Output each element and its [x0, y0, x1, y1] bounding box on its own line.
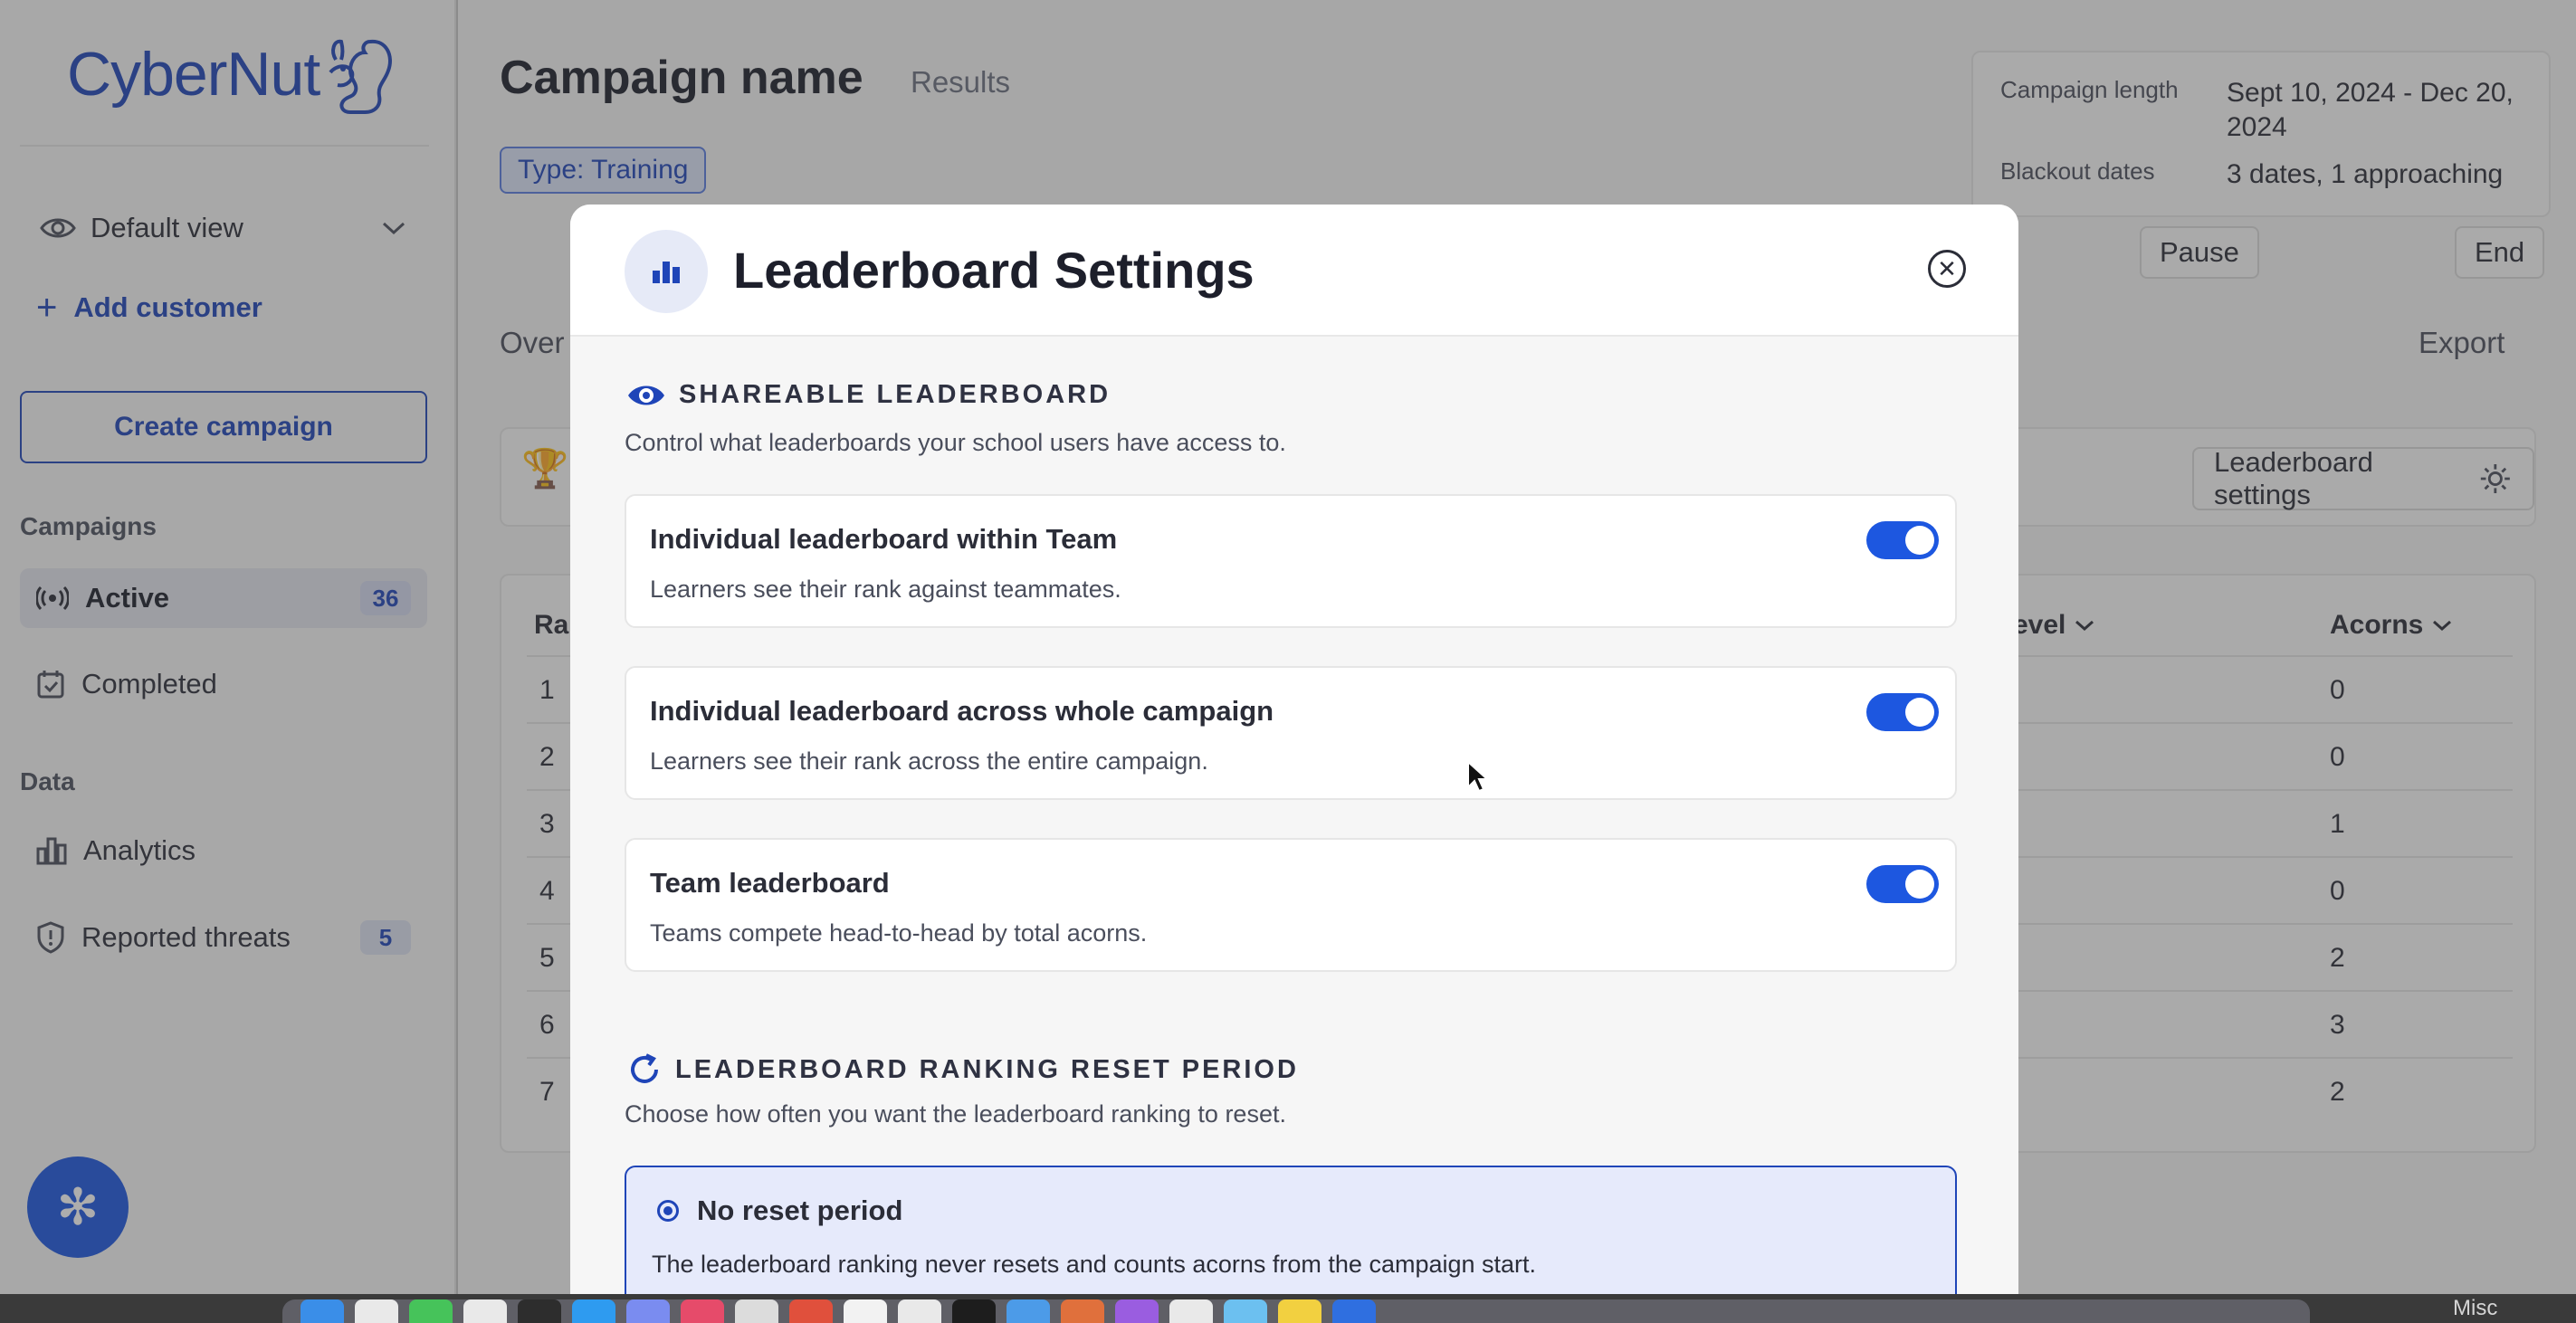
dock-app-icon[interactable]	[301, 1299, 344, 1323]
option-individual-within-team: Individual leaderboard within Team Learn…	[625, 494, 1957, 628]
mouse-cursor-icon	[1467, 760, 1488, 793]
dock-app-icon[interactable]	[735, 1299, 778, 1323]
dock-app-icon[interactable]	[952, 1299, 996, 1323]
os-dock: Misc	[0, 1294, 2576, 1323]
dock-app-icon[interactable]	[681, 1299, 724, 1323]
shareable-leaderboard-heading: SHAREABLE LEADERBOARD	[626, 380, 1111, 410]
dock-app-icon[interactable]	[789, 1299, 833, 1323]
reset-option-title: No reset period	[697, 1195, 903, 1226]
individual-across-campaign-toggle[interactable]	[1866, 693, 1939, 731]
dock-app-icon[interactable]	[572, 1299, 615, 1323]
dock-app-icon[interactable]	[518, 1299, 561, 1323]
radio-selected-icon[interactable]	[657, 1200, 679, 1222]
dock-app-icon[interactable]	[626, 1299, 670, 1323]
leaderboard-icon	[625, 230, 708, 313]
shareable-heading-text: SHAREABLE LEADERBOARD	[679, 380, 1111, 409]
dock-bar	[282, 1299, 2310, 1323]
option-description: Teams compete head-to-head by total acor…	[650, 919, 1148, 947]
dock-app-icon[interactable]	[1061, 1299, 1104, 1323]
leaderboard-settings-modal: Leaderboard Settings ✕ SHAREABLE LEADERB…	[570, 205, 2018, 1294]
reset-option-description: The leaderboard ranking never resets and…	[652, 1251, 1537, 1278]
dock-app-icon[interactable]	[844, 1299, 887, 1323]
option-title: Individual leaderboard within Team	[650, 523, 1118, 555]
reset-heading-text: LEADERBOARD RANKING RESET PERIOD	[675, 1054, 1299, 1084]
option-description: Learners see their rank against teammate…	[650, 576, 1121, 603]
option-description: Learners see their rank across the entir…	[650, 747, 1208, 775]
option-title: Team leaderboard	[650, 867, 890, 899]
option-individual-across-campaign: Individual leaderboard across whole camp…	[625, 666, 1957, 800]
reset-description: Choose how often you want the leaderboar…	[625, 1100, 1286, 1128]
dock-app-icon[interactable]	[1332, 1299, 1376, 1323]
dock-app-icon[interactable]	[1224, 1299, 1267, 1323]
dock-app-icon[interactable]	[409, 1299, 453, 1323]
dock-app-icon[interactable]	[463, 1299, 507, 1323]
eye-icon	[628, 385, 664, 405]
dock-app-icon[interactable]	[1115, 1299, 1159, 1323]
reset-option-none[interactable]: No reset period The leaderboard ranking …	[625, 1166, 1957, 1294]
option-team-leaderboard: Team leaderboard Teams compete head-to-h…	[625, 838, 1957, 972]
dock-app-icon[interactable]	[1278, 1299, 1321, 1323]
reset-period-heading: LEADERBOARD RANKING RESET PERIOD	[626, 1052, 1299, 1088]
modal-title: Leaderboard Settings	[733, 242, 1255, 299]
dock-misc-label[interactable]: Misc	[2453, 1296, 2497, 1321]
refresh-icon	[631, 1053, 658, 1083]
dock-app-icon[interactable]	[1007, 1299, 1050, 1323]
team-leaderboard-toggle[interactable]	[1866, 865, 1939, 903]
dock-app-icon[interactable]	[1169, 1299, 1213, 1323]
close-icon[interactable]: ✕	[1928, 250, 1966, 288]
option-title: Individual leaderboard across whole camp…	[650, 695, 1274, 727]
dock-app-icon[interactable]	[355, 1299, 398, 1323]
shareable-description: Control what leaderboards your school us…	[625, 429, 1286, 456]
individual-within-team-toggle[interactable]	[1866, 521, 1939, 559]
modal-header: Leaderboard Settings ✕	[570, 205, 2018, 337]
dock-app-icon[interactable]	[898, 1299, 941, 1323]
